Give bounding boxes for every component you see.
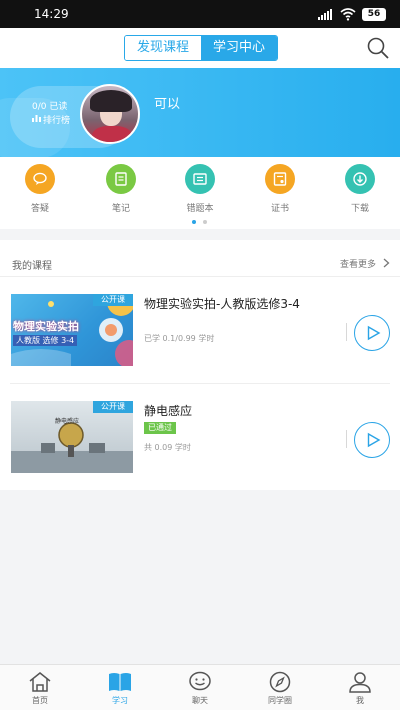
qa-answer[interactable]: 答疑: [10, 164, 70, 214]
status-time: 14:29: [34, 7, 69, 21]
signal-icon: [318, 9, 334, 20]
thumbnail-title: 静电感应: [55, 418, 80, 425]
play-button[interactable]: [354, 422, 390, 458]
section-title: 我的课程: [12, 261, 52, 272]
play-icon: [367, 432, 381, 448]
segment-control: 发现课程 学习中心: [124, 35, 278, 61]
download-icon: [345, 164, 375, 194]
my-courses-section: 我的课程 查看更多 公开课 物理实验实拍 人教版 选修 3-4 物理实验实拍-人…: [0, 240, 400, 490]
notebook-icon: [106, 164, 136, 194]
page-dot-active: [192, 220, 196, 224]
tab-discover-courses[interactable]: 发现课程: [125, 36, 201, 60]
course-tag: 公开课: [93, 401, 133, 413]
avatar[interactable]: [80, 84, 140, 144]
page-dot: [203, 220, 207, 224]
book-icon: [109, 673, 131, 691]
chevron-right-icon[interactable]: [383, 258, 390, 268]
status-bar: 14:29 56: [0, 0, 400, 28]
course-progress: 共 0.09 学时: [144, 443, 191, 452]
qa-download[interactable]: 下载: [330, 164, 390, 214]
tab-me[interactable]: 我: [330, 671, 390, 706]
tab-chat[interactable]: 聊天: [170, 671, 230, 706]
tab-classmates[interactable]: 同学圈: [250, 671, 310, 706]
leaderboard-link[interactable]: 排行榜: [43, 113, 70, 126]
certificate-icon: [265, 164, 295, 194]
course-item[interactable]: 公开课 静电感应 静电感应 已通过 共 0.09 学时: [0, 384, 400, 490]
page-indicator: [192, 220, 212, 226]
play-button[interactable]: [354, 315, 390, 351]
view-more-link[interactable]: 查看更多: [340, 257, 376, 270]
course-title[interactable]: 静电感应: [144, 402, 192, 419]
compass-icon: [269, 671, 291, 693]
rank-read-count: 0/0 已读: [32, 102, 68, 112]
status-badge: 已通过: [144, 422, 176, 434]
username: 可以: [154, 97, 181, 112]
bar-chart-icon: [32, 115, 41, 122]
bottom-tab-bar: 首页 学习 聊天 同学圈 我: [0, 664, 400, 710]
qa-error-book[interactable]: 错题本: [170, 164, 230, 214]
thumbnail-title: 物理实验实拍: [13, 320, 79, 333]
battery-icon: 56: [362, 8, 386, 21]
course-title[interactable]: 物理实验实拍-人教版选修3-4: [144, 295, 300, 312]
tab-learning[interactable]: 学习: [90, 671, 150, 706]
course-thumbnail[interactable]: 公开课 静电感应: [11, 401, 133, 473]
wifi-icon: [340, 8, 356, 21]
play-icon: [367, 325, 381, 341]
qa-notes[interactable]: 笔记: [91, 164, 151, 214]
chat-bubble-icon: [25, 164, 55, 194]
smile-chat-icon: [189, 671, 211, 691]
course-tag: 公开课: [93, 294, 133, 306]
search-icon[interactable]: [366, 36, 390, 60]
qa-certificate[interactable]: 证书: [250, 164, 310, 214]
top-header: 发现课程 学习中心: [0, 28, 400, 68]
tab-home[interactable]: 首页: [10, 671, 70, 706]
course-thumbnail[interactable]: 公开课 物理实验实拍 人教版 选修 3-4: [11, 294, 133, 366]
tab-learning-center[interactable]: 学习中心: [201, 36, 277, 60]
home-icon: [29, 672, 51, 692]
thumbnail-subtitle: 人教版 选修 3-4: [13, 335, 78, 346]
quick-actions: 答疑 笔记 错题本 证书 下载: [0, 157, 400, 229]
error-book-icon: [185, 164, 215, 194]
course-progress: 已学 0.1/0.99 学时: [144, 334, 215, 343]
person-icon: [349, 672, 371, 693]
course-item[interactable]: 公开课 物理实验实拍 人教版 选修 3-4 物理实验实拍-人教版选修3-4 已学…: [0, 277, 400, 383]
